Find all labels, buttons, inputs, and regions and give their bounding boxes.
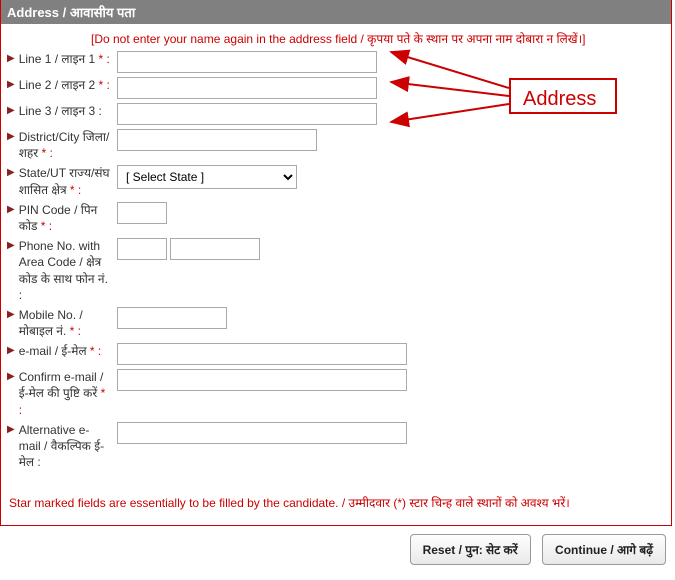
line1-input[interactable]	[117, 51, 377, 73]
row-confirm-email: ▶ Confirm e-mail / ई-मेल की पुष्टि करें …	[7, 369, 665, 418]
chevron-right-icon: ▶	[7, 238, 15, 253]
line3-input[interactable]	[117, 103, 377, 125]
label-email: ▶ e-mail / ई-मेल * :	[7, 343, 117, 359]
chevron-right-icon: ▶	[7, 422, 15, 437]
row-phone: ▶ Phone No. with Area Code / क्षेत्र कोड…	[7, 238, 665, 303]
email-input[interactable]	[117, 343, 407, 365]
chevron-right-icon: ▶	[7, 129, 15, 144]
row-alt-email: ▶ Alternative e-mail / वैकल्पिक ई-मेल :	[7, 422, 665, 471]
label-pin: ▶ PIN Code / पिन कोड * :	[7, 202, 117, 234]
chevron-right-icon: ▶	[7, 307, 15, 322]
footer-note: Star marked fields are essentially to be…	[1, 484, 671, 525]
row-state: ▶ State/UT राज्य/संघ शासित क्षेत्र * : […	[7, 165, 665, 197]
row-mobile: ▶ Mobile No. / मोबाइल नं. * :	[7, 307, 665, 339]
button-row: Reset / पुन: सेट करें Continue / आगे बढ़…	[0, 526, 672, 573]
row-line1: ▶ Line 1 / लाइन 1 * :	[7, 51, 665, 73]
phone-number-input[interactable]	[170, 238, 260, 260]
chevron-right-icon: ▶	[7, 369, 15, 384]
label-line1: ▶ Line 1 / लाइन 1 * :	[7, 51, 117, 67]
continue-button[interactable]: Continue / आगे बढ़ें	[542, 534, 666, 565]
label-state: ▶ State/UT राज्य/संघ शासित क्षेत्र * :	[7, 165, 117, 197]
pin-input[interactable]	[117, 202, 167, 224]
mobile-input[interactable]	[117, 307, 227, 329]
section-header: Address / आवासीय पता	[1, 0, 671, 24]
label-confirm-email: ▶ Confirm e-mail / ई-मेल की पुष्टि करें …	[7, 369, 117, 418]
chevron-right-icon: ▶	[7, 165, 15, 180]
reset-button[interactable]: Reset / पुन: सेट करें	[410, 534, 531, 565]
form-body: ▶ Line 1 / लाइन 1 * : ▶ Line 2 / लाइन 2 …	[1, 51, 671, 484]
confirm-email-input[interactable]	[117, 369, 407, 391]
row-email: ▶ e-mail / ई-मेल * :	[7, 343, 665, 365]
row-pin: ▶ PIN Code / पिन कोड * :	[7, 202, 665, 234]
chevron-right-icon: ▶	[7, 103, 15, 118]
district-input[interactable]	[117, 129, 317, 151]
address-form-container: Address / आवासीय पता [Do not enter your …	[0, 0, 672, 526]
annotation-label: Address	[523, 88, 596, 111]
chevron-right-icon: ▶	[7, 51, 15, 66]
name-warning: [Do not enter your name again in the add…	[1, 24, 671, 51]
row-district: ▶ District/City जिला/शहर * :	[7, 129, 665, 161]
section-title: Address / आवासीय पता	[7, 5, 135, 20]
phone-area-input[interactable]	[117, 238, 167, 260]
label-line2: ▶ Line 2 / लाइन 2 * :	[7, 77, 117, 93]
label-phone: ▶ Phone No. with Area Code / क्षेत्र कोड…	[7, 238, 117, 303]
chevron-right-icon: ▶	[7, 343, 15, 358]
label-district: ▶ District/City जिला/शहर * :	[7, 129, 117, 161]
alt-email-input[interactable]	[117, 422, 407, 444]
label-alt-email: ▶ Alternative e-mail / वैकल्पिक ई-मेल :	[7, 422, 117, 471]
state-select[interactable]: [ Select State ]	[117, 165, 297, 189]
chevron-right-icon: ▶	[7, 77, 15, 92]
label-mobile: ▶ Mobile No. / मोबाइल नं. * :	[7, 307, 117, 339]
chevron-right-icon: ▶	[7, 202, 15, 217]
label-line3: ▶ Line 3 / लाइन 3 :	[7, 103, 117, 119]
line2-input[interactable]	[117, 77, 377, 99]
